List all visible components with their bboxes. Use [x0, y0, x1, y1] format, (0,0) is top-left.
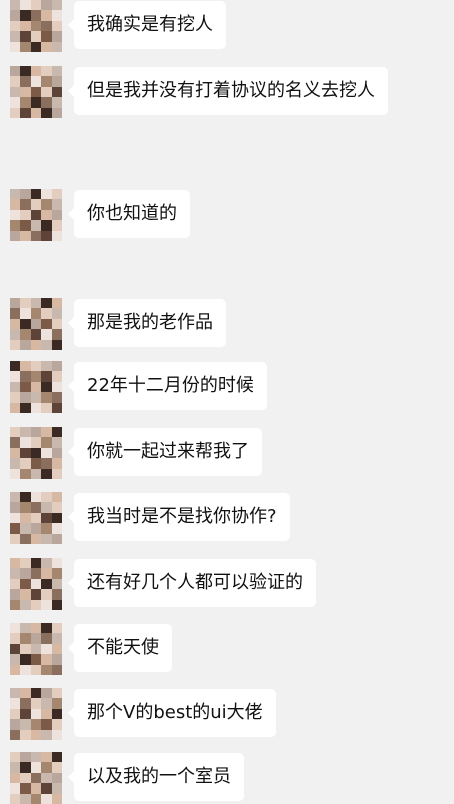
chat-message: 但是我并没有打着协议的名义去挖人 — [0, 66, 454, 118]
sender-avatar[interactable] — [10, 427, 62, 479]
chat-message: 你就一起过来帮我了 — [0, 427, 454, 479]
sender-avatar[interactable] — [10, 0, 62, 52]
message-bubble[interactable]: 还有好几个人都可以验证的 — [68, 559, 316, 607]
sender-avatar[interactable] — [10, 298, 62, 350]
chat-message: 22年十二月份的时候 — [0, 361, 454, 413]
message-bubble[interactable]: 那个V的best的ui大佬 — [68, 689, 276, 737]
chat-message: 你也知道的 — [0, 189, 454, 241]
message-bubble[interactable]: 那是我的老作品 — [68, 299, 226, 347]
message-bubble[interactable]: 以及我的一个室员 — [68, 753, 244, 801]
sender-avatar[interactable] — [10, 189, 62, 241]
sender-avatar[interactable] — [10, 623, 62, 675]
chat-message-list[interactable]: 我确实是有挖人 但是我并没有打着协议的名义去挖人 你也知道的 那是我的老作品 2… — [0, 0, 454, 804]
chat-message: 我确实是有挖人 — [0, 0, 454, 52]
sender-avatar[interactable] — [10, 688, 62, 740]
message-bubble[interactable]: 但是我并没有打着协议的名义去挖人 — [68, 67, 388, 115]
chat-message: 那是我的老作品 — [0, 298, 454, 350]
message-bubble[interactable]: 我当时是不是找你协作? — [68, 493, 290, 541]
chat-message: 不能天使 — [0, 623, 454, 675]
message-bubble[interactable]: 不能天使 — [68, 624, 172, 672]
message-bubble[interactable]: 22年十二月份的时候 — [68, 362, 267, 410]
sender-avatar[interactable] — [10, 66, 62, 118]
message-bubble[interactable]: 你就一起过来帮我了 — [68, 428, 262, 476]
chat-message: 我当时是不是找你协作? — [0, 492, 454, 544]
message-bubble[interactable]: 我确实是有挖人 — [68, 1, 226, 49]
message-bubble[interactable]: 你也知道的 — [68, 190, 190, 238]
chat-message: 还有好几个人都可以验证的 — [0, 558, 454, 610]
sender-avatar[interactable] — [10, 752, 62, 804]
sender-avatar[interactable] — [10, 558, 62, 610]
chat-message: 那个V的best的ui大佬 — [0, 688, 454, 740]
sender-avatar[interactable] — [10, 361, 62, 413]
chat-message: 以及我的一个室员 — [0, 752, 454, 804]
sender-avatar[interactable] — [10, 492, 62, 544]
